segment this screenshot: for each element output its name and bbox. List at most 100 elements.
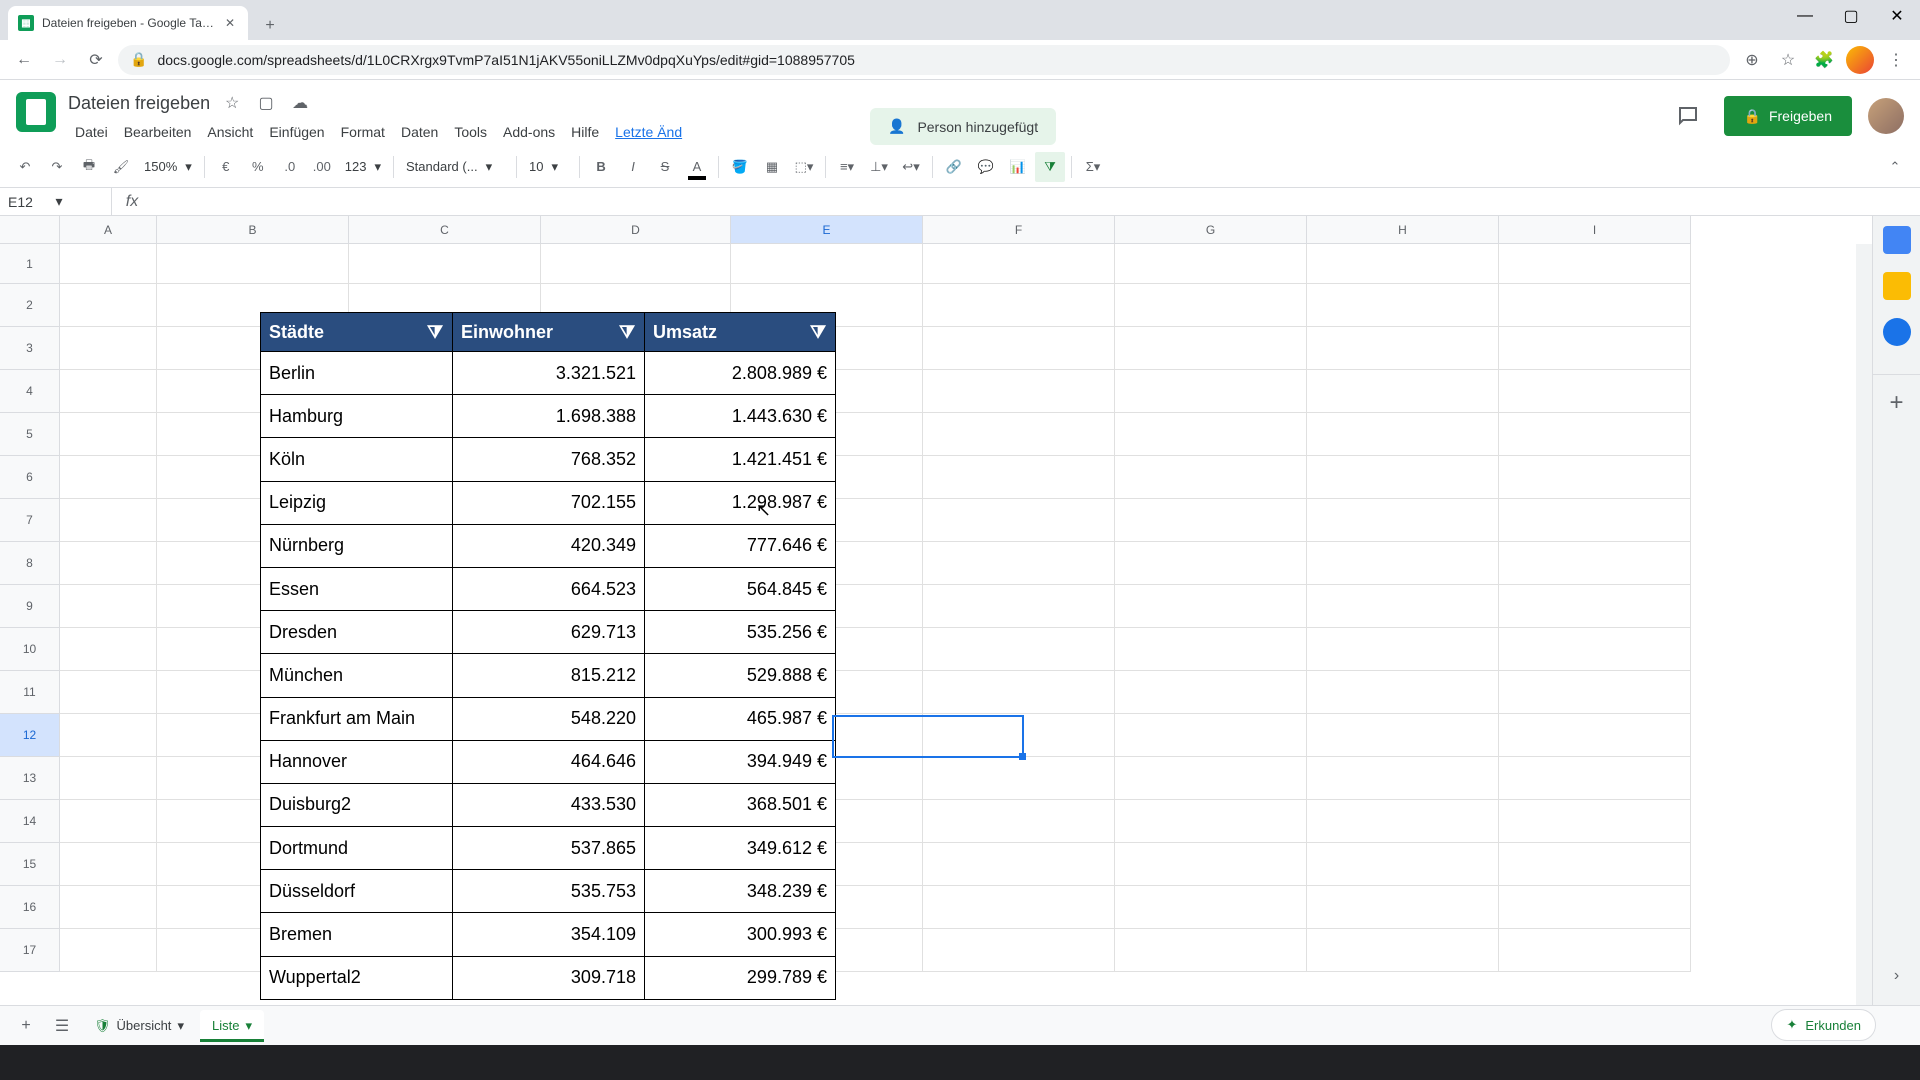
cell[interactable] — [1499, 327, 1691, 370]
insert-link-button[interactable]: 🔗 — [939, 152, 969, 182]
cell-city[interactable]: Wuppertal2 — [261, 956, 453, 999]
cell[interactable] — [1307, 542, 1499, 585]
cell-revenue[interactable]: 777.646 € — [645, 524, 835, 567]
cell[interactable] — [1115, 585, 1307, 628]
cell-city[interactable]: Duisburg2 — [261, 783, 453, 826]
menu-data[interactable]: Daten — [394, 120, 445, 144]
cell[interactable] — [923, 370, 1115, 413]
cell[interactable] — [923, 413, 1115, 456]
row-header-3[interactable]: 3 — [0, 327, 60, 370]
row-header-15[interactable]: 15 — [0, 843, 60, 886]
vertical-scrollbar[interactable] — [1856, 244, 1872, 1005]
cell[interactable] — [923, 585, 1115, 628]
add-addon-button[interactable]: + — [1873, 374, 1920, 417]
add-sheet-button[interactable]: + — [10, 1010, 42, 1042]
cell[interactable] — [923, 499, 1115, 542]
cell-population[interactable]: 433.530 — [453, 783, 645, 826]
menu-view[interactable]: Ansicht — [200, 120, 260, 144]
row-header-13[interactable]: 13 — [0, 757, 60, 800]
cell[interactable] — [1115, 370, 1307, 413]
cell[interactable] — [1115, 413, 1307, 456]
cell[interactable] — [60, 929, 157, 972]
share-button[interactable]: 🔒 Freigeben — [1724, 96, 1852, 136]
cell-population[interactable]: 535.753 — [453, 869, 645, 912]
cell[interactable] — [60, 628, 157, 671]
window-close-button[interactable]: ✕ — [1874, 0, 1920, 32]
cell-city[interactable]: Leipzig — [261, 481, 453, 524]
cell-population[interactable]: 537.865 — [453, 826, 645, 869]
table-row[interactable]: Dresden629.713535.256 € — [261, 610, 835, 653]
window-minimize-button[interactable]: ― — [1782, 0, 1828, 32]
table-row[interactable]: Frankfurt am Main548.220465.987 € — [261, 697, 835, 740]
cell-city[interactable]: Essen — [261, 567, 453, 610]
filter-icon[interactable]: ⧩ — [807, 321, 829, 343]
filter-icon[interactable]: ⧩ — [616, 321, 638, 343]
back-button[interactable]: ← — [10, 46, 38, 74]
cell[interactable] — [1499, 800, 1691, 843]
cell[interactable] — [923, 843, 1115, 886]
cell[interactable] — [1307, 456, 1499, 499]
cell[interactable] — [1499, 886, 1691, 929]
menu-format[interactable]: Format — [334, 120, 392, 144]
cell-population[interactable]: 702.155 — [453, 481, 645, 524]
cell-revenue[interactable]: 1.421.451 € — [645, 437, 835, 480]
zoom-select[interactable]: 150%▾ — [138, 159, 198, 175]
hide-side-panel-button[interactable]: › — [1894, 967, 1899, 985]
cell[interactable] — [541, 244, 731, 284]
cell[interactable] — [1499, 757, 1691, 800]
cell[interactable] — [1499, 499, 1691, 542]
cell[interactable] — [1307, 413, 1499, 456]
cell[interactable] — [923, 327, 1115, 370]
undo-button[interactable]: ↶ — [10, 152, 40, 182]
cell[interactable] — [60, 284, 157, 327]
cell-population[interactable]: 815.212 — [453, 653, 645, 696]
bookmark-icon[interactable]: ☆ — [1774, 46, 1802, 74]
cell-revenue[interactable]: 535.256 € — [645, 610, 835, 653]
currency-button[interactable]: € — [211, 152, 241, 182]
cell-city[interactable]: Hamburg — [261, 394, 453, 437]
cell[interactable] — [60, 327, 157, 370]
cell[interactable] — [1115, 757, 1307, 800]
cell[interactable] — [1307, 370, 1499, 413]
cloud-status-icon[interactable]: ☁ — [288, 91, 312, 115]
move-icon[interactable]: ▢ — [254, 91, 278, 115]
paint-format-button[interactable]: 🖌 — [106, 152, 136, 182]
column-header-I[interactable]: I — [1499, 216, 1691, 244]
cell[interactable] — [923, 714, 1115, 757]
cell[interactable] — [1115, 843, 1307, 886]
cell[interactable] — [60, 244, 157, 284]
cell-city[interactable]: Dortmund — [261, 826, 453, 869]
browser-tab[interactable]: ▦ Dateien freigeben - Google Tabe ✕ — [8, 6, 248, 40]
cell[interactable] — [1499, 244, 1691, 284]
insert-comment-button[interactable]: 💬 — [971, 152, 1001, 182]
cell[interactable] — [60, 714, 157, 757]
table-row[interactable]: Dortmund537.865349.612 € — [261, 826, 835, 869]
borders-button[interactable]: ▦ — [757, 152, 787, 182]
row-header-10[interactable]: 10 — [0, 628, 60, 671]
cell[interactable] — [1115, 886, 1307, 929]
browser-menu-icon[interactable]: ⋮ — [1882, 46, 1910, 74]
cell[interactable] — [1307, 284, 1499, 327]
cell-revenue[interactable]: 529.888 € — [645, 653, 835, 696]
cell[interactable] — [923, 800, 1115, 843]
cell[interactable] — [1499, 370, 1691, 413]
header-population[interactable]: Einwohner ⧩ — [453, 313, 645, 351]
header-city[interactable]: Städte ⧩ — [261, 313, 453, 351]
star-icon[interactable]: ☆ — [220, 91, 244, 115]
cell-city[interactable]: Frankfurt am Main — [261, 697, 453, 740]
cell[interactable] — [923, 757, 1115, 800]
cell[interactable] — [1499, 929, 1691, 972]
filter-button[interactable]: ⧩ — [1035, 152, 1065, 182]
cell-city[interactable]: Düsseldorf — [261, 869, 453, 912]
cell[interactable] — [923, 929, 1115, 972]
cell[interactable] — [923, 886, 1115, 929]
last-edit-link[interactable]: Letzte Änd — [608, 120, 689, 144]
cell[interactable] — [60, 499, 157, 542]
cell-population[interactable]: 420.349 — [453, 524, 645, 567]
row-header-6[interactable]: 6 — [0, 456, 60, 499]
table-row[interactable]: Essen664.523564.845 € — [261, 567, 835, 610]
tasks-addon-icon[interactable] — [1883, 318, 1911, 346]
cell-city[interactable]: Hannover — [261, 740, 453, 783]
formula-input[interactable] — [152, 188, 1920, 215]
cell-revenue[interactable]: 348.239 € — [645, 869, 835, 912]
